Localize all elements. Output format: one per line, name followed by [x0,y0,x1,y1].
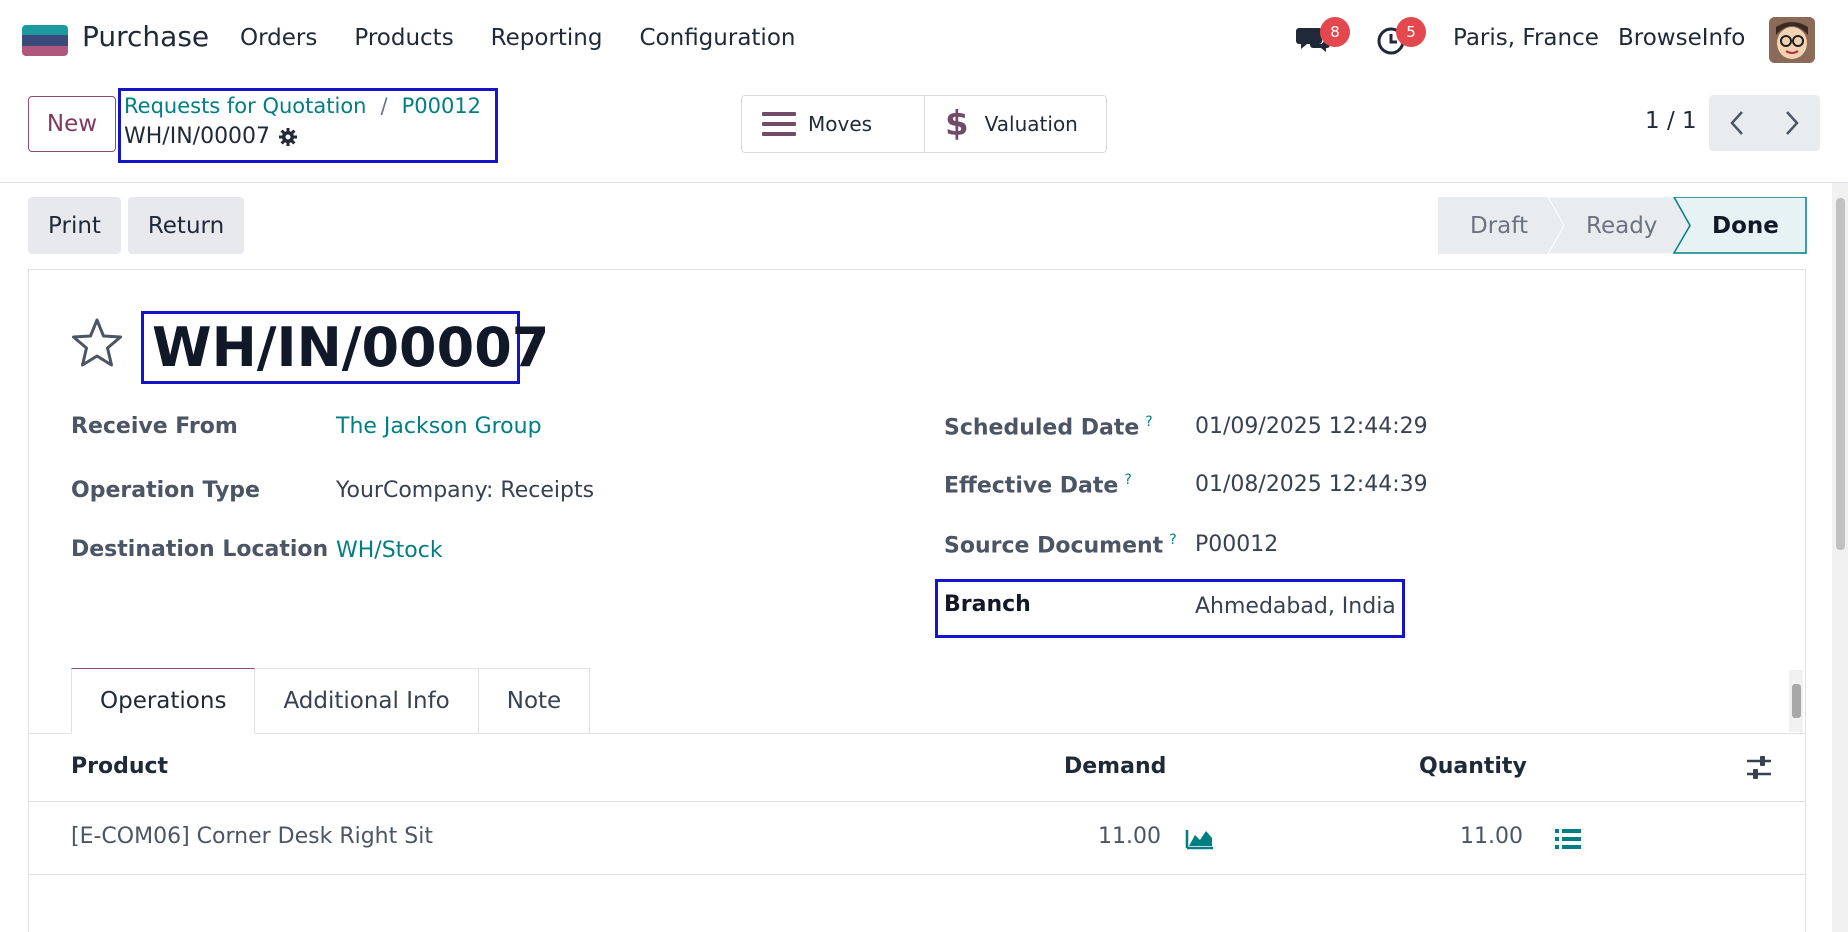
field-source-document[interactable]: P00012 [1195,532,1278,557]
column-product[interactable]: Product [71,754,168,779]
page-scrollbar-thumb[interactable] [1836,198,1845,550]
field-label-operation-type: Operation Type [71,478,260,503]
moves-smart-button[interactable]: Moves [741,95,925,153]
cell-quantity: 11.00 [1460,824,1523,849]
chevron-left-icon [1730,111,1743,135]
status-ready[interactable]: Ready [1586,197,1666,254]
column-demand[interactable]: Demand [1064,754,1166,779]
breadcrumb-rfq[interactable]: Requests for Quotation [124,94,366,118]
control-panel: New Requests for Quotation / P00012 WH/IN/… [0,80,1848,183]
user-menu[interactable]: BrowseInfo [1618,25,1745,51]
chevron-right-icon [1786,111,1799,135]
breadcrumb-current: WH/IN/00007 [124,124,298,149]
company-switcher[interactable]: Paris, France [1453,25,1599,51]
field-label-effective-date: Effective Date? [944,472,1132,499]
field-receive-from[interactable]: The Jackson Group [336,414,542,439]
field-operation-type[interactable]: YourCompany: Receipts [336,478,594,503]
tab-note[interactable]: Note [478,668,591,734]
notebook-tabs: Operations Additional Info Note [71,668,591,734]
gear-icon[interactable] [278,127,298,147]
field-effective-date[interactable]: 01/08/2025 12:44:39 [1195,472,1428,497]
app-name[interactable]: Purchase [82,20,209,53]
field-scheduled-date[interactable]: 01/09/2025 12:44:29 [1195,414,1428,439]
return-button[interactable]: Return [128,197,244,254]
app-logo-icon[interactable] [22,25,68,56]
breadcrumb-separator: / [380,94,388,118]
help-icon[interactable]: ? [1169,532,1176,548]
menu-orders[interactable]: Orders [240,25,317,51]
breadcrumb-po[interactable]: P00012 [402,94,481,118]
list-bars-icon [762,112,796,136]
activities-badge: 5 [1396,17,1426,47]
menu-reporting[interactable]: Reporting [491,25,603,51]
star-icon[interactable] [69,317,125,369]
pager-value[interactable]: 1 / 1 [1645,108,1697,134]
tab-additional-info[interactable]: Additional Info [255,668,479,734]
pager-next-button[interactable] [1764,95,1820,151]
menu-products[interactable]: Products [354,25,453,51]
valuation-smart-button[interactable]: $ Valuation [924,95,1107,153]
column-quantity[interactable]: Quantity [1419,754,1527,779]
breadcrumb: Requests for Quotation / P00012 [124,94,481,118]
pager-previous-button[interactable] [1709,95,1765,151]
field-label-destination-location: Destination Location [71,537,329,562]
field-destination-location[interactable]: WH/Stock [336,538,443,563]
table-row[interactable]: [E-COM06] Corner Desk Right Sit 11.00 11… [28,802,1806,875]
print-button[interactable]: Print [28,197,121,254]
status-done[interactable]: Done [1712,197,1792,254]
main-menu: Orders Products Reporting Configuration [240,25,832,51]
current-record-name: WH/IN/00007 [124,124,271,149]
forecast-chart-icon[interactable] [1185,826,1215,850]
detailed-operations-icon[interactable] [1555,828,1581,850]
top-navbar: Purchase Orders Products Reporting Confi… [0,0,1848,80]
valuation-label: Valuation [984,112,1078,136]
messages-badge: 8 [1320,17,1350,47]
avatar[interactable] [1769,17,1815,63]
field-label-source-document: Source Document? [944,532,1177,559]
moves-label: Moves [808,112,873,136]
status-draft[interactable]: Draft [1470,197,1550,254]
table-header: Product Demand Quantity [28,734,1806,802]
help-icon[interactable]: ? [1145,414,1152,430]
record-title: WH/IN/00007 [152,316,550,379]
field-label-receive-from: Receive From [71,414,238,439]
field-label-scheduled-date: Scheduled Date? [944,414,1153,441]
cell-product: [E-COM06] Corner Desk Right Sit [71,824,433,849]
user-avatar-icon [1769,17,1815,63]
inner-scrollbar[interactable] [1789,670,1803,732]
help-icon[interactable]: ? [1124,472,1131,488]
cell-demand: 11.00 [1098,824,1161,849]
optional-columns-icon[interactable] [1745,755,1773,781]
menu-configuration[interactable]: Configuration [639,25,795,51]
dollar-icon: $ [945,104,969,144]
field-label-branch: Branch [944,592,1031,617]
new-button[interactable]: New [28,96,116,152]
tab-operations[interactable]: Operations [71,668,256,734]
field-branch[interactable]: Ahmedabad, India [1195,594,1396,619]
